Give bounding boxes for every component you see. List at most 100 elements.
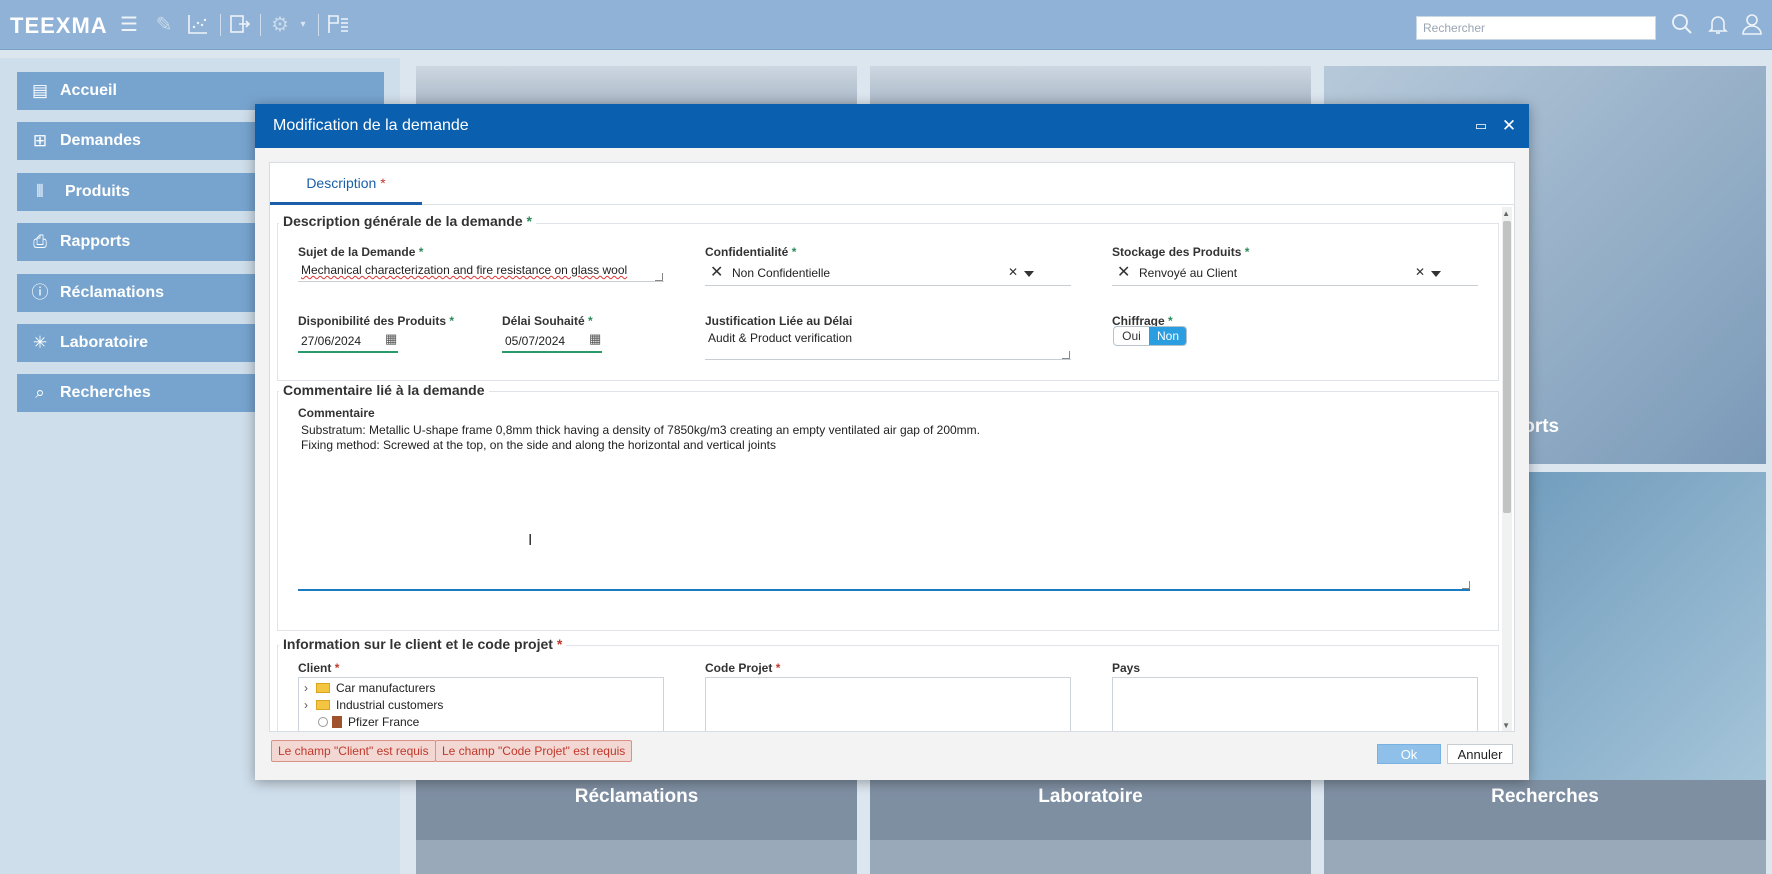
dialog-header: Modification de la demande ▭ ✕ (255, 104, 1529, 148)
toggle-option-oui[interactable]: Oui (1114, 327, 1149, 345)
field-label: Justification Liée au Délai (705, 314, 853, 328)
error-badge-code-projet: Le champ "Code Projet" est requis (435, 740, 633, 762)
toolbar-separator (318, 14, 319, 36)
comment-line[interactable]: Substratum: Metallic U-shape frame 0,8mm… (301, 423, 980, 437)
field-label: Sujet de la Demande * (298, 245, 424, 259)
clear-selection-icon[interactable]: ✕ (1117, 262, 1130, 282)
text-cursor-icon: I (528, 532, 533, 549)
field-underline (298, 351, 398, 353)
tab-bar: Description * (270, 163, 1514, 205)
error-badge-client: Le champ "Client" est requis (271, 740, 436, 762)
field-label: Confidentialité * (705, 245, 797, 259)
search-icon: ⌕ (35, 383, 45, 402)
confidentiality-select[interactable]: Non Confidentielle (732, 266, 830, 280)
tile-image (416, 66, 857, 106)
tile-recherches[interactable]: Recherches (1324, 780, 1766, 874)
tile-laboratoire[interactable]: Laboratoire (870, 780, 1311, 874)
comment-underline (298, 589, 1470, 591)
required-marker: * (380, 175, 386, 191)
resize-handle[interactable] (655, 273, 663, 281)
tab-label: Description (306, 175, 377, 191)
general-description-section (277, 223, 1499, 381)
radio-button (318, 717, 328, 727)
sidebar-item-label: Réclamations (60, 284, 165, 301)
project-code-list[interactable] (705, 677, 1071, 731)
field-underline (298, 281, 664, 282)
calendar-icon[interactable]: ▦ (589, 331, 601, 347)
toolbar-separator (220, 14, 221, 36)
sidebar-item-label: Accueil (60, 82, 117, 99)
toggle-option-non[interactable]: Non (1149, 327, 1186, 345)
scroll-up-icon[interactable]: ▲ (1502, 209, 1510, 218)
folder-icon (316, 683, 330, 693)
tree-node[interactable]: Pfizer France (318, 715, 419, 729)
export-icon[interactable] (228, 13, 252, 37)
scroll-down-icon[interactable]: ▼ (1502, 721, 1510, 730)
chevron-down-icon[interactable] (1024, 271, 1034, 277)
clear-icon[interactable]: ✕ (1415, 265, 1425, 279)
section-title: Commentaire lié à la demande (279, 382, 489, 398)
app-logo[interactable]: TEEXMA (10, 13, 108, 39)
gears-icon[interactable]: ⚙ (268, 13, 292, 37)
chiffrage-toggle[interactable]: Oui Non (1113, 326, 1187, 346)
field-underline (502, 351, 602, 353)
tile-image (870, 66, 1311, 106)
field-label: Client * (298, 661, 340, 675)
resize-handle[interactable] (1062, 351, 1070, 359)
section-title: Description générale de la demande * (279, 213, 536, 229)
maximize-icon[interactable]: ▭ (1471, 116, 1491, 136)
field-label: Code Projet * (705, 661, 781, 675)
availability-date-field[interactable]: 27/06/2024 (301, 334, 361, 348)
tile-label: Réclamations (416, 780, 857, 840)
subject-field[interactable]: Mechanical characterization and fire res… (301, 263, 627, 277)
sidebar-item-label: Laboratoire (60, 334, 149, 351)
dialog-body: Description * ▲ ▼ Description générale d… (269, 162, 1515, 732)
tab-description[interactable]: Description * (270, 163, 422, 205)
sidebar-item-label: Demandes (60, 132, 141, 149)
flag-list-icon[interactable] (326, 13, 350, 37)
edit-request-dialog: Modification de la demande ▭ ✕ Descripti… (255, 104, 1529, 780)
tree-node[interactable]: › Car manufacturers (304, 681, 435, 695)
ok-button[interactable]: Ok (1377, 744, 1441, 764)
search-icon[interactable] (1670, 13, 1694, 37)
pencil-icon[interactable]: ✎ (152, 13, 176, 37)
clear-icon[interactable]: ✕ (1008, 265, 1018, 279)
chevron-right-icon: › (304, 681, 308, 695)
close-icon[interactable]: ✕ (1499, 116, 1519, 136)
folder-icon (316, 700, 330, 710)
field-underline (705, 359, 1071, 360)
tile-label: Recherches (1324, 780, 1766, 840)
calendar-icon[interactable]: ▦ (385, 331, 397, 347)
user-icon[interactable] (1740, 13, 1764, 37)
desired-date-field[interactable]: 05/07/2024 (505, 334, 565, 348)
section-title: Information sur le client et le code pro… (279, 636, 567, 652)
bell-icon[interactable] (1706, 13, 1730, 37)
menu-icon[interactable]: ☰ (117, 13, 141, 37)
field-label: Stockage des Produits * (1112, 245, 1250, 259)
home-icon: ▤ (31, 81, 49, 100)
chevron-down-icon[interactable]: ▾ (296, 13, 310, 37)
scrollbar-thumb[interactable] (1503, 221, 1511, 513)
sidebar-item-label: Rapports (60, 233, 131, 250)
tree-node[interactable]: › Industrial customers (304, 698, 443, 712)
chevron-down-icon[interactable] (1431, 271, 1441, 277)
sidebar-item-label: Recherches (60, 384, 151, 401)
chart-icon[interactable] (186, 13, 210, 37)
field-label: Commentaire (298, 406, 375, 420)
toolbar-separator (260, 14, 261, 36)
justification-field[interactable]: Audit & Product verification (708, 331, 852, 345)
asterisk-icon: ✳ (32, 333, 48, 352)
sidebar-item-label: Produits (65, 183, 130, 200)
comment-line[interactable]: Fixing method: Screwed at the top, on th… (301, 438, 776, 452)
cancel-button[interactable]: Annuler (1447, 744, 1513, 764)
search-input[interactable] (1416, 16, 1656, 40)
field-label: Disponibilité des Produits * (298, 314, 455, 328)
report-icon: ⎙ (33, 232, 47, 251)
alert-icon: ⓘ (31, 283, 49, 302)
clear-selection-icon[interactable]: ✕ (710, 262, 723, 282)
country-list[interactable] (1112, 677, 1478, 731)
resize-handle[interactable] (1462, 581, 1470, 589)
field-underline (1112, 285, 1478, 286)
tile-reclamations[interactable]: Réclamations (416, 780, 857, 874)
storage-select[interactable]: Renvoyé au Client (1139, 266, 1237, 280)
